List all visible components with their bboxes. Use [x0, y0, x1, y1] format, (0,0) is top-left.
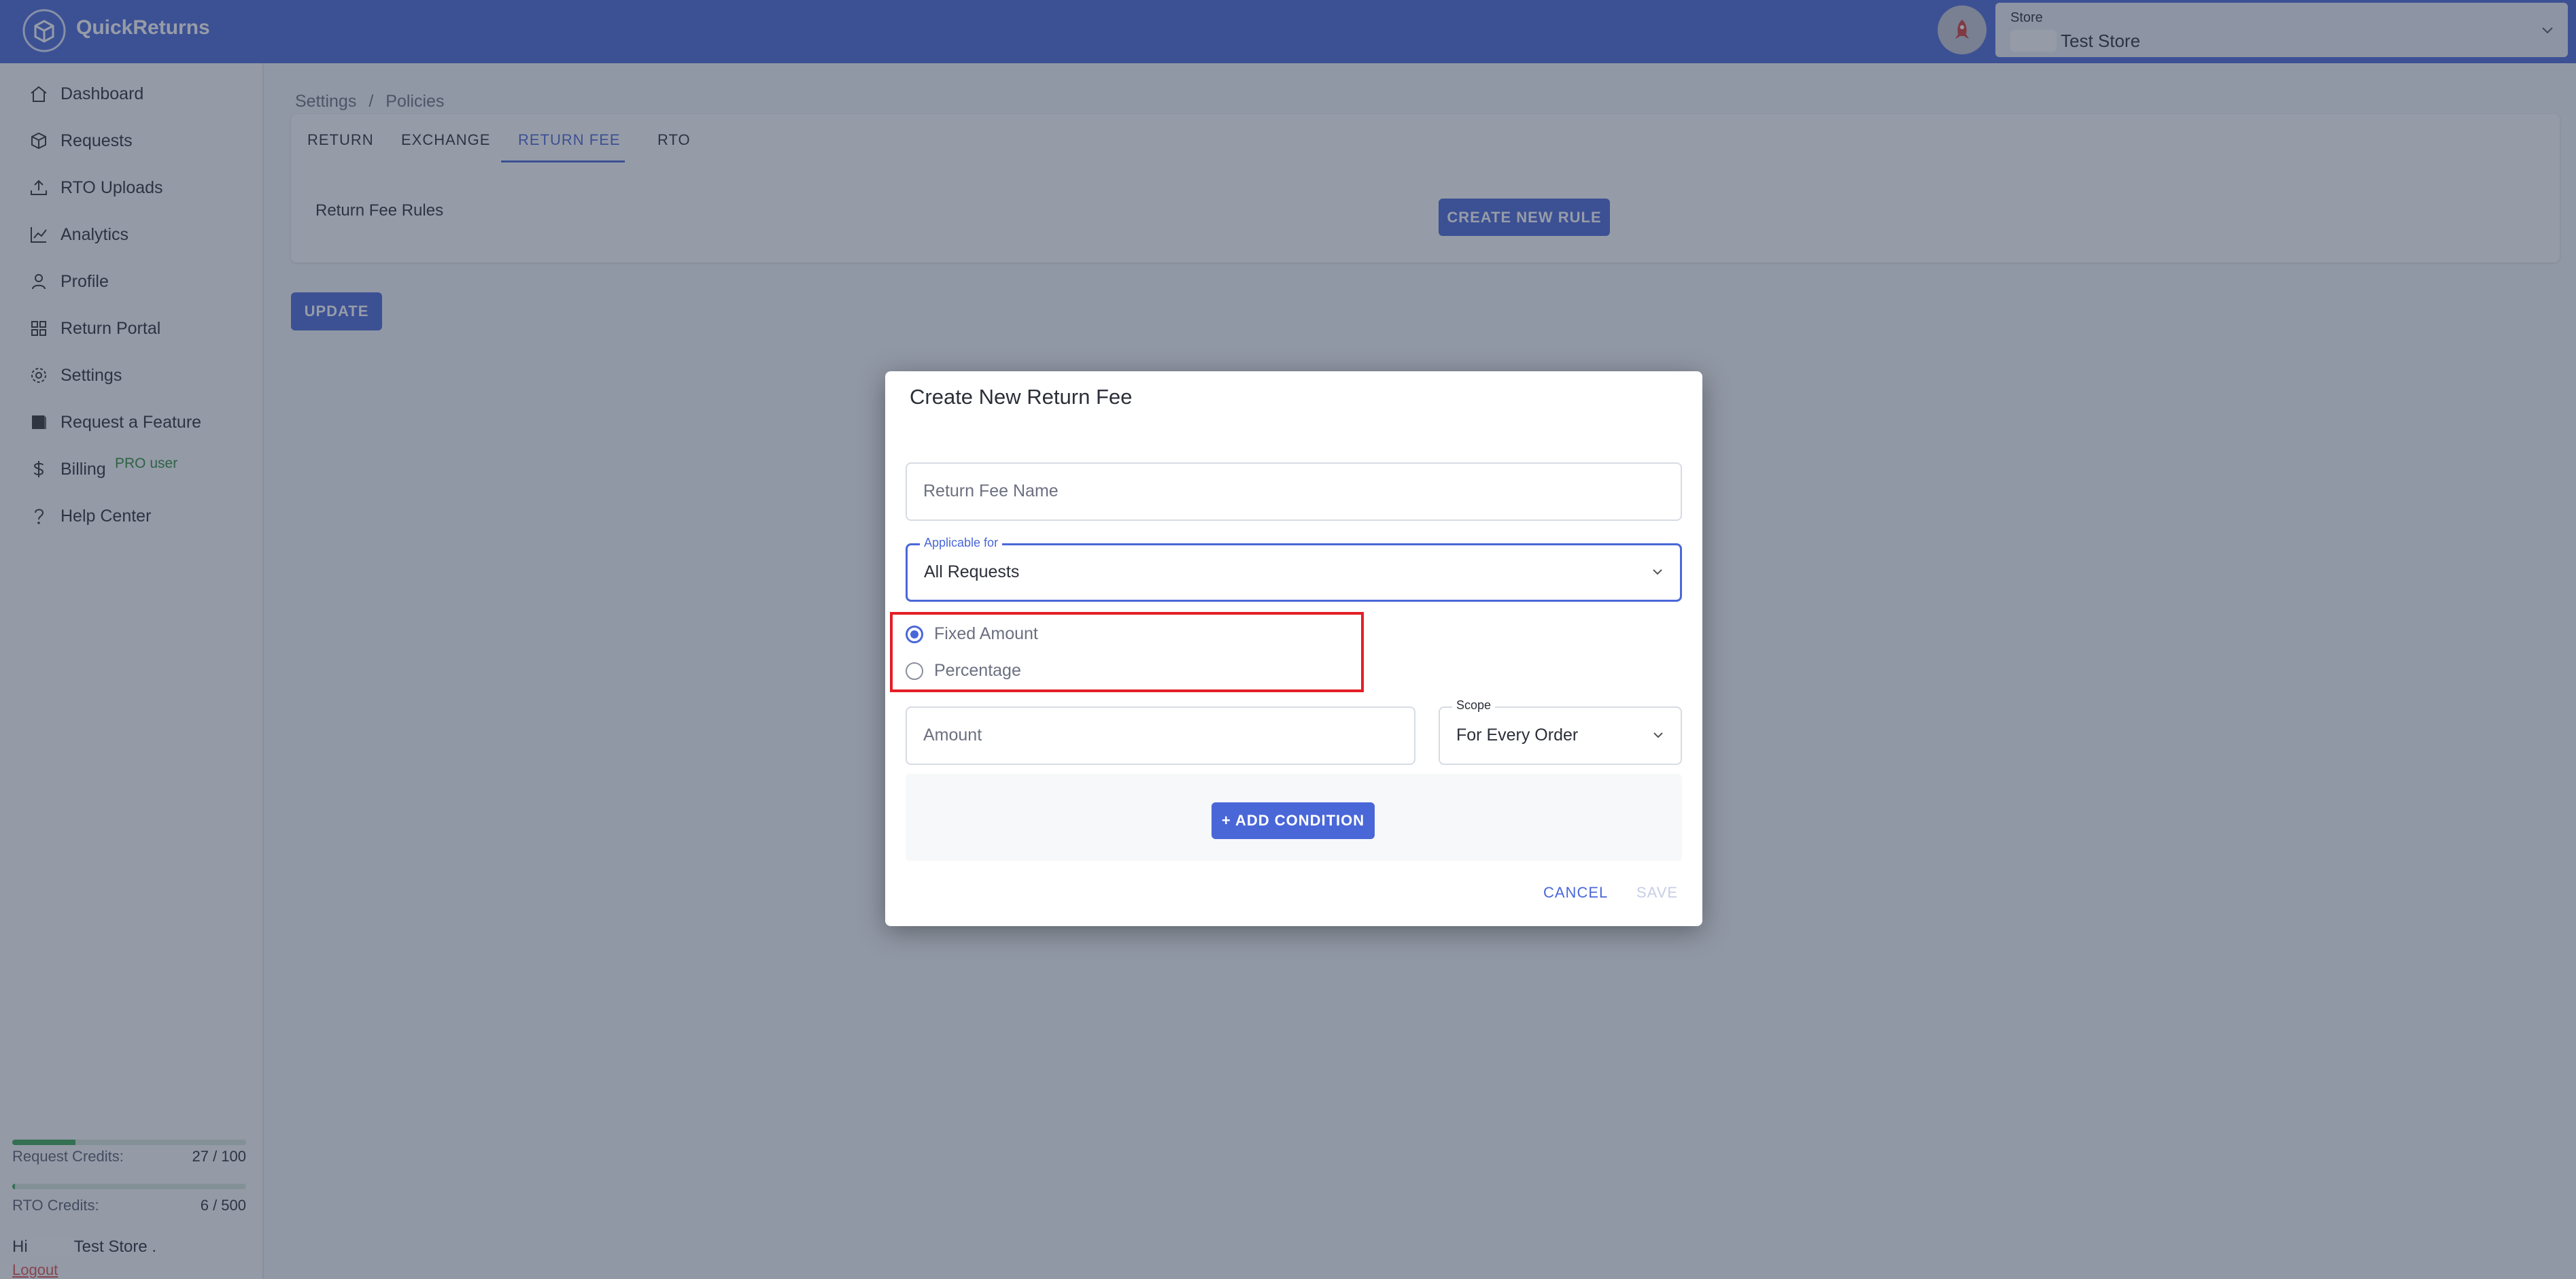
- chevron-down-icon: [1653, 732, 1663, 738]
- add-condition-button[interactable]: + ADD CONDITION: [1212, 802, 1375, 839]
- percentage-label: Percentage: [934, 661, 1021, 680]
- return-fee-name-input[interactable]: Return Fee Name: [906, 462, 1682, 521]
- radio-unchecked-icon: [906, 662, 923, 680]
- fixed-amount-radio[interactable]: Fixed Amount: [906, 624, 1038, 644]
- dialog-title: Create New Return Fee: [910, 385, 1133, 409]
- applicable-for-select[interactable]: Applicable for All Requests: [906, 536, 1682, 602]
- applicable-for-label: Applicable for: [920, 536, 1003, 550]
- chevron-down-icon: [1653, 569, 1662, 575]
- fixed-amount-label: Fixed Amount: [934, 624, 1038, 643]
- scope-label: Scope: [1452, 698, 1496, 713]
- create-return-fee-dialog: Create New Return Fee Return Fee Name Ap…: [885, 371, 1702, 926]
- percentage-radio[interactable]: Percentage: [906, 661, 1021, 681]
- return-fee-name-placeholder: Return Fee Name: [923, 481, 1059, 500]
- amount-placeholder: Amount: [923, 726, 982, 745]
- cancel-button[interactable]: CANCEL: [1543, 884, 1608, 902]
- amount-input[interactable]: Amount: [906, 706, 1415, 765]
- save-button[interactable]: SAVE: [1636, 884, 1678, 902]
- scope-value: For Every Order: [1456, 726, 1579, 745]
- applicable-for-value: All Requests: [924, 562, 1020, 581]
- scope-select[interactable]: Scope For Every Order: [1439, 698, 1682, 765]
- radio-checked-icon: [906, 625, 923, 643]
